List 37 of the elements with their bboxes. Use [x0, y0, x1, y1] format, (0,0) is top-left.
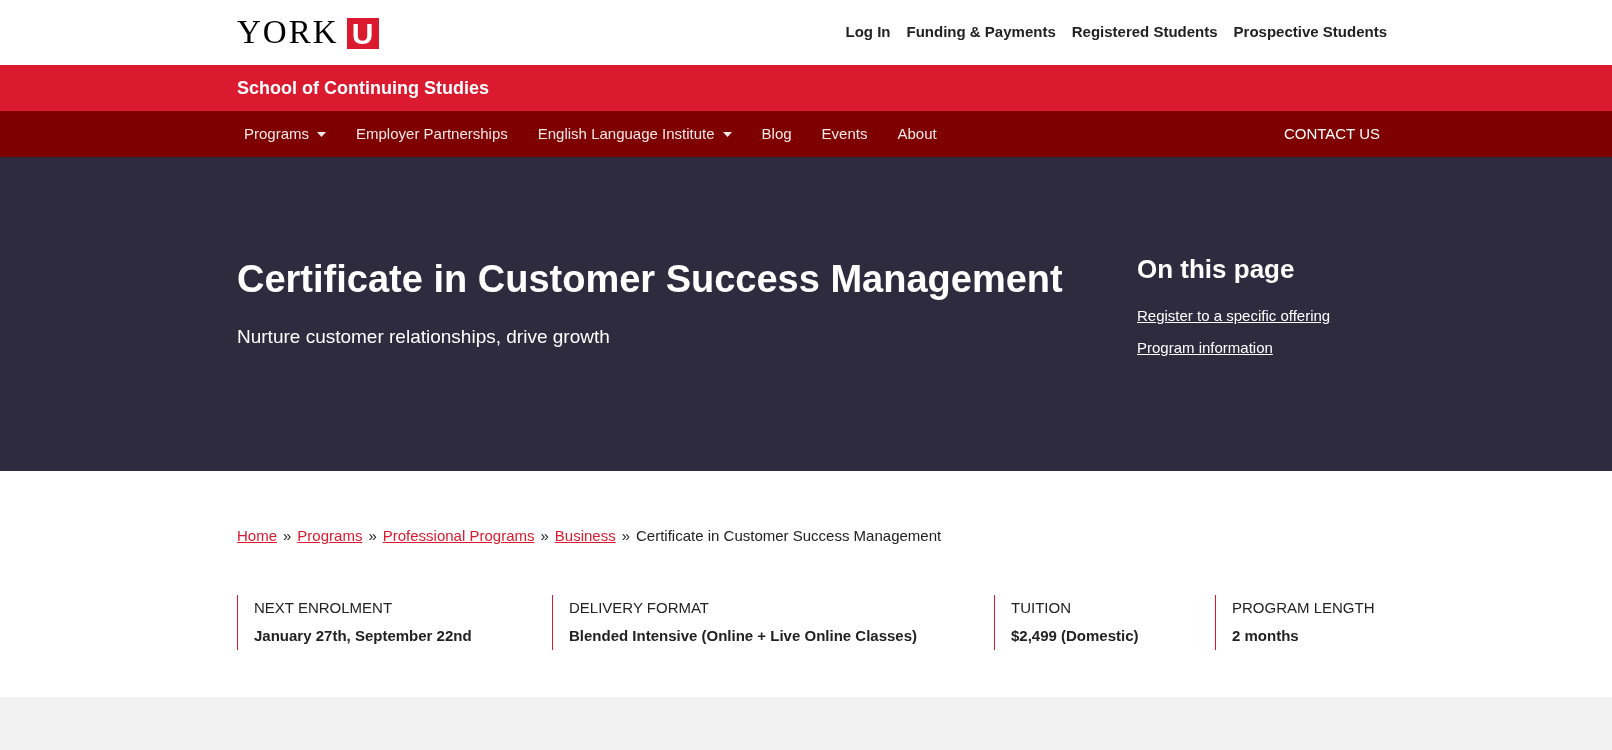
- caret-icon: [317, 131, 327, 137]
- breadcrumb-separator: »: [621, 526, 631, 546]
- caret-icon: [722, 131, 732, 137]
- breadcrumb-separator: »: [368, 526, 377, 546]
- fact-value: 2 months: [1232, 626, 1300, 646]
- school-title[interactable]: School of Continuing Studies: [237, 74, 489, 102]
- fact-label: PROGRAM LENGTH: [1232, 597, 1376, 618]
- breadcrumb-link[interactable]: Programs: [297, 525, 363, 548]
- top-nav-link[interactable]: Funding & Payments: [906, 21, 1056, 44]
- page-anchor-link[interactable]: Program information: [1137, 336, 1387, 359]
- fact-value: Blended Intensive (Online + Live Online Classes): [569, 626, 919, 646]
- page-title: Certificate in Customer Success Management: [237, 257, 1064, 302]
- fact-label: TUITION: [1011, 597, 1072, 618]
- breadcrumb-link[interactable]: Home: [237, 525, 277, 548]
- fact-value: January 27th, September 22nd: [254, 626, 473, 646]
- fact-label: DELIVERY FORMAT: [569, 597, 711, 618]
- nav-item[interactable]: Blog: [754, 122, 799, 146]
- contact-link[interactable]: CONTACT US: [1283, 122, 1380, 146]
- page-subtitle: Nurture customer relationships, drive growth: [237, 325, 611, 349]
- breadcrumb-link[interactable]: Business: [554, 525, 616, 548]
- nav-item[interactable]: Employer Partnerships: [349, 122, 515, 146]
- nav-item[interactable]: About: [890, 122, 944, 146]
- breadcrumb-separator: »: [540, 526, 549, 546]
- nav-item[interactable]: Events: [814, 122, 875, 146]
- on-this-page-heading: On this page: [1137, 253, 1296, 286]
- page-anchor-link[interactable]: Register to a specific offering: [1137, 305, 1387, 328]
- top-nav-link[interactable]: Prospective Students: [1233, 21, 1387, 44]
- breadcrumb-current: Certificate in Customer Success Management: [636, 526, 942, 546]
- breadcrumb-link[interactable]: Professional Programs: [382, 525, 535, 548]
- nav-item[interactable]: English Language Institute: [530, 122, 739, 146]
- logo[interactable]: YORK U: [237, 16, 379, 49]
- fact-label: NEXT ENROLMENT: [254, 597, 394, 618]
- fact-value: $2,499 (Domestic): [1011, 626, 1140, 646]
- top-nav-link[interactable]: Registered Students: [1071, 21, 1218, 44]
- nav-item[interactable]: Programs: [237, 122, 334, 146]
- top-nav-link[interactable]: Log In: [845, 21, 891, 44]
- breadcrumb-separator: »: [283, 526, 292, 546]
